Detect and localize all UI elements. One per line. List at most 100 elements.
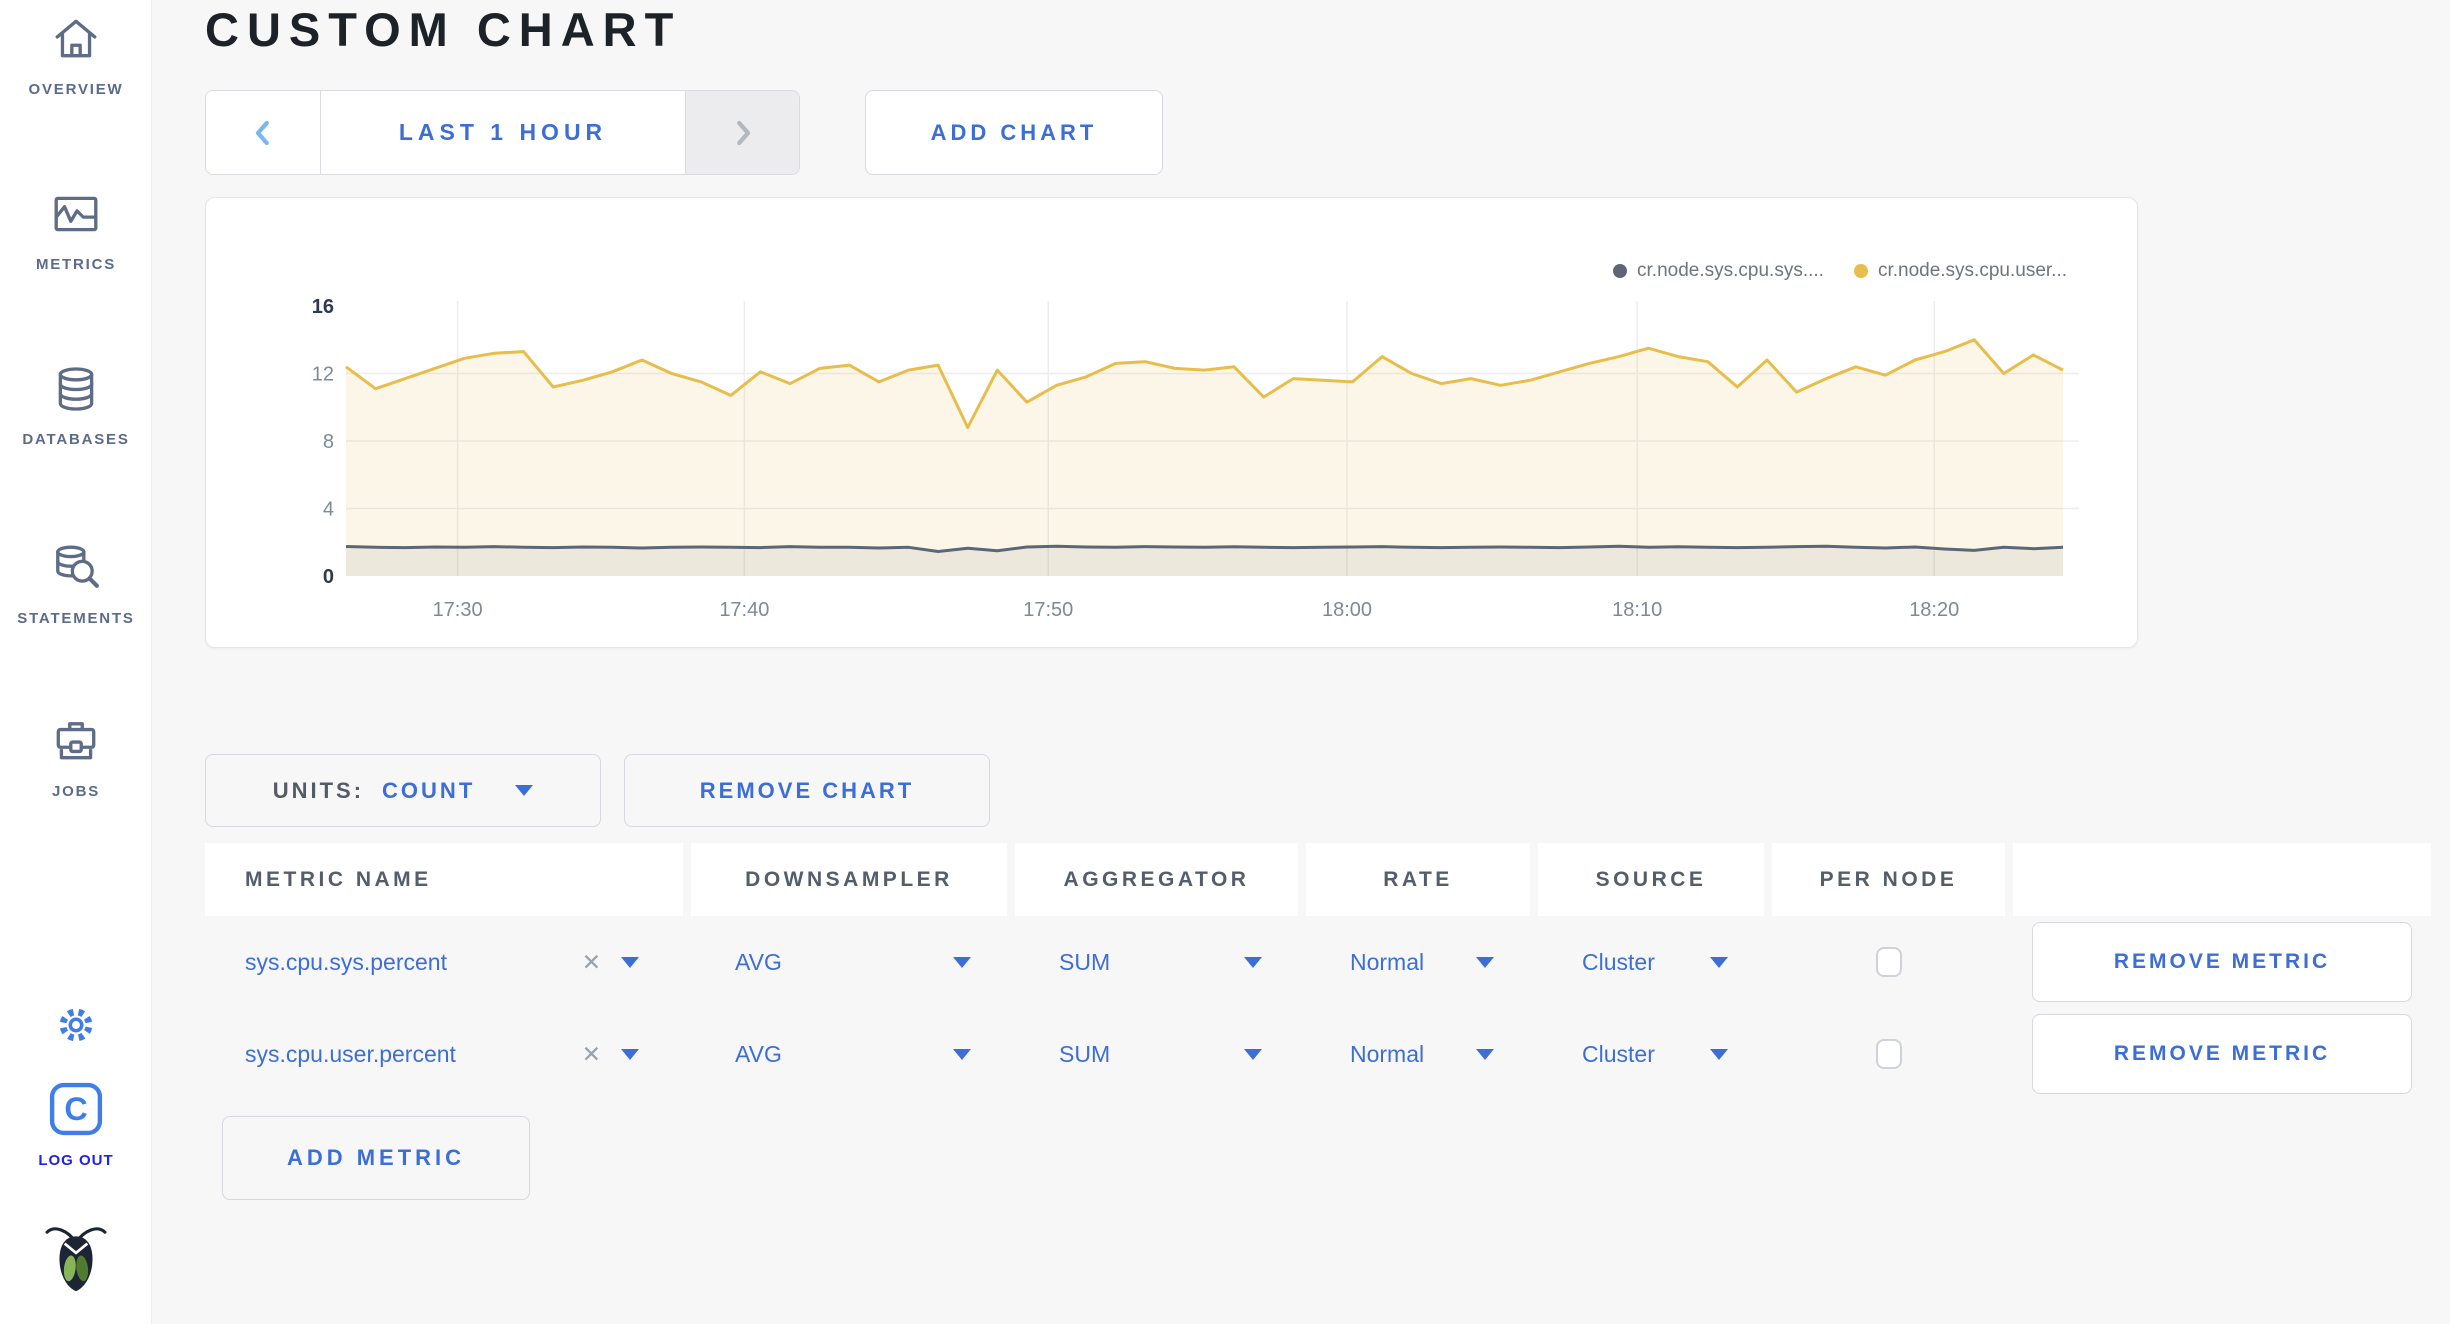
svg-text:16: 16 bbox=[312, 296, 334, 318]
caret-down-icon bbox=[621, 956, 639, 968]
units-label: UNITS: bbox=[272, 777, 365, 803]
cockroachdb-logo bbox=[0, 1215, 152, 1299]
rate-value: Normal bbox=[1350, 1040, 1425, 1067]
metric-name-dropdown[interactable]: sys.cpu.user.percent ✕ bbox=[205, 1041, 683, 1068]
chart-card: cr.node.sys.cpu.sys.... cr.node.sys.cpu.… bbox=[205, 197, 2138, 648]
metric-name-dropdown[interactable]: sys.cpu.sys.percent ✕ bbox=[205, 949, 683, 976]
caret-down-icon bbox=[515, 785, 534, 796]
per-node-cell bbox=[1772, 1039, 2005, 1069]
sidebar-item-label: STATEMENTS bbox=[17, 610, 135, 627]
metric-name-value: sys.cpu.sys.percent bbox=[245, 948, 447, 975]
jobs-icon bbox=[56, 722, 96, 760]
column-header-aggregator: AGGREGATOR bbox=[1015, 843, 1298, 916]
statements-icon bbox=[56, 545, 99, 588]
time-range-selector: LAST 1 HOUR bbox=[205, 90, 800, 175]
databases-icon bbox=[58, 367, 94, 411]
sidebar-item-label: METRICS bbox=[35, 256, 117, 273]
gear-icon bbox=[59, 1008, 93, 1042]
column-header-downsampler: DOWNSAMPLER bbox=[691, 843, 1007, 916]
logout-label: LOG OUT bbox=[38, 1152, 114, 1169]
source-dropdown[interactable]: Cluster bbox=[1538, 1041, 1764, 1068]
time-range-label[interactable]: LAST 1 HOUR bbox=[321, 91, 685, 174]
chevron-right-icon bbox=[736, 120, 750, 145]
main-content: CUSTOM CHART LAST 1 HOUR ADD CHART cr.no… bbox=[152, 0, 2450, 1324]
per-node-checkbox[interactable] bbox=[1875, 1039, 1902, 1069]
source-value: Cluster bbox=[1582, 948, 1655, 975]
caret-down-icon bbox=[953, 956, 971, 968]
sidebar-item-statements[interactable]: STATEMENTS bbox=[0, 540, 152, 627]
cockroachdb-bug-logo bbox=[45, 1227, 107, 1292]
metric-name-value: sys.cpu.user.percent bbox=[245, 1040, 456, 1067]
remove-metric-button[interactable]: REMOVE METRIC bbox=[2032, 1014, 2412, 1094]
sidebar-item-label: JOBS bbox=[51, 783, 101, 800]
sidebar-item-metrics[interactable]: METRICS bbox=[0, 188, 152, 273]
svg-text:17:40: 17:40 bbox=[719, 599, 769, 621]
aggregator-value: SUM bbox=[1059, 948, 1111, 975]
svg-text:17:30: 17:30 bbox=[433, 599, 483, 621]
page-title: CUSTOM CHART bbox=[205, 3, 682, 56]
svg-text:C: C bbox=[64, 1091, 87, 1127]
rate-dropdown[interactable]: Normal bbox=[1306, 1041, 1530, 1068]
home-icon bbox=[55, 19, 97, 58]
aggregator-dropdown[interactable]: SUM bbox=[1015, 949, 1298, 976]
units-row: UNITS: COUNT REMOVE CHART bbox=[205, 754, 2450, 827]
controls-row: LAST 1 HOUR ADD CHART bbox=[205, 90, 2450, 175]
column-header-source: SOURCE bbox=[1538, 843, 1764, 916]
downsampler-dropdown[interactable]: AVG bbox=[691, 1041, 1007, 1068]
add-metric-button[interactable]: ADD METRIC bbox=[222, 1116, 530, 1200]
sidebar: OVERVIEW METRICS DATABASES STATEMENTS JO… bbox=[0, 0, 152, 1324]
source-value: Cluster bbox=[1582, 1040, 1655, 1067]
table-row: sys.cpu.sys.percent ✕ AVG SUM Normal Clu… bbox=[205, 916, 2431, 1008]
source-dropdown[interactable]: Cluster bbox=[1538, 949, 1764, 976]
time-range-prev-button[interactable] bbox=[206, 91, 321, 174]
downsampler-dropdown[interactable]: AVG bbox=[691, 949, 1007, 976]
metrics-table: METRIC NAME DOWNSAMPLER AGGREGATOR RATE … bbox=[205, 843, 2431, 1100]
caret-down-icon bbox=[1476, 956, 1494, 968]
metrics-table-header: METRIC NAME DOWNSAMPLER AGGREGATOR RATE … bbox=[205, 843, 2431, 916]
column-header-actions bbox=[2013, 843, 2431, 916]
svg-text:18:20: 18:20 bbox=[1909, 599, 1959, 621]
metrics-icon bbox=[54, 196, 98, 232]
sidebar-item-settings[interactable] bbox=[0, 1000, 152, 1050]
sidebar-item-databases[interactable]: DATABASES bbox=[0, 363, 152, 448]
rate-dropdown[interactable]: Normal bbox=[1306, 949, 1530, 976]
caret-down-icon bbox=[1244, 1048, 1262, 1060]
svg-text:12: 12 bbox=[312, 364, 334, 386]
svg-text:18:10: 18:10 bbox=[1612, 599, 1662, 621]
chevron-left-icon bbox=[255, 120, 269, 145]
clear-metric-icon[interactable]: ✕ bbox=[582, 949, 601, 976]
svg-text:18:00: 18:00 bbox=[1322, 599, 1372, 621]
per-node-checkbox[interactable] bbox=[1875, 947, 1902, 977]
actions-cell: REMOVE METRIC bbox=[2013, 1014, 2431, 1094]
svg-text:8: 8 bbox=[323, 431, 334, 453]
remove-metric-button[interactable]: REMOVE METRIC bbox=[2032, 922, 2412, 1002]
add-chart-button[interactable]: ADD CHART bbox=[865, 90, 1163, 175]
per-node-cell bbox=[1772, 947, 2005, 977]
sidebar-item-overview[interactable]: OVERVIEW bbox=[0, 13, 152, 98]
svg-text:17:50: 17:50 bbox=[1023, 599, 1073, 621]
sidebar-item-label: DATABASES bbox=[22, 431, 130, 448]
rate-value: Normal bbox=[1350, 948, 1425, 975]
units-value: COUNT bbox=[382, 777, 476, 803]
caret-down-icon bbox=[953, 1048, 971, 1060]
metrics-chart[interactable]: 17:30 17:40 17:50 18:00 18:10 18:20 0 4 8 12 16 bbox=[206, 198, 2139, 649]
caret-down-icon bbox=[1244, 956, 1262, 968]
column-header-metric-name: METRIC NAME bbox=[205, 843, 683, 916]
aggregator-value: SUM bbox=[1059, 1040, 1111, 1067]
column-header-per-node: PER NODE bbox=[1772, 843, 2005, 916]
caret-down-icon bbox=[621, 1048, 639, 1060]
svg-text:4: 4 bbox=[323, 499, 334, 521]
svg-text:0: 0 bbox=[323, 566, 334, 588]
logout-icon: C bbox=[49, 1082, 103, 1136]
caret-down-icon bbox=[1710, 1048, 1728, 1060]
sidebar-item-jobs[interactable]: JOBS bbox=[0, 715, 152, 800]
time-range-next-button[interactable] bbox=[685, 91, 799, 174]
sidebar-item-label: OVERVIEW bbox=[28, 81, 124, 98]
clear-metric-icon[interactable]: ✕ bbox=[582, 1041, 601, 1068]
remove-chart-button[interactable]: REMOVE CHART bbox=[624, 754, 990, 827]
units-dropdown[interactable]: UNITS: COUNT bbox=[205, 754, 601, 827]
downsampler-value: AVG bbox=[735, 1040, 782, 1067]
caret-down-icon bbox=[1710, 956, 1728, 968]
sidebar-item-logout[interactable]: C LOG OUT bbox=[0, 1078, 152, 1169]
aggregator-dropdown[interactable]: SUM bbox=[1015, 1041, 1298, 1068]
